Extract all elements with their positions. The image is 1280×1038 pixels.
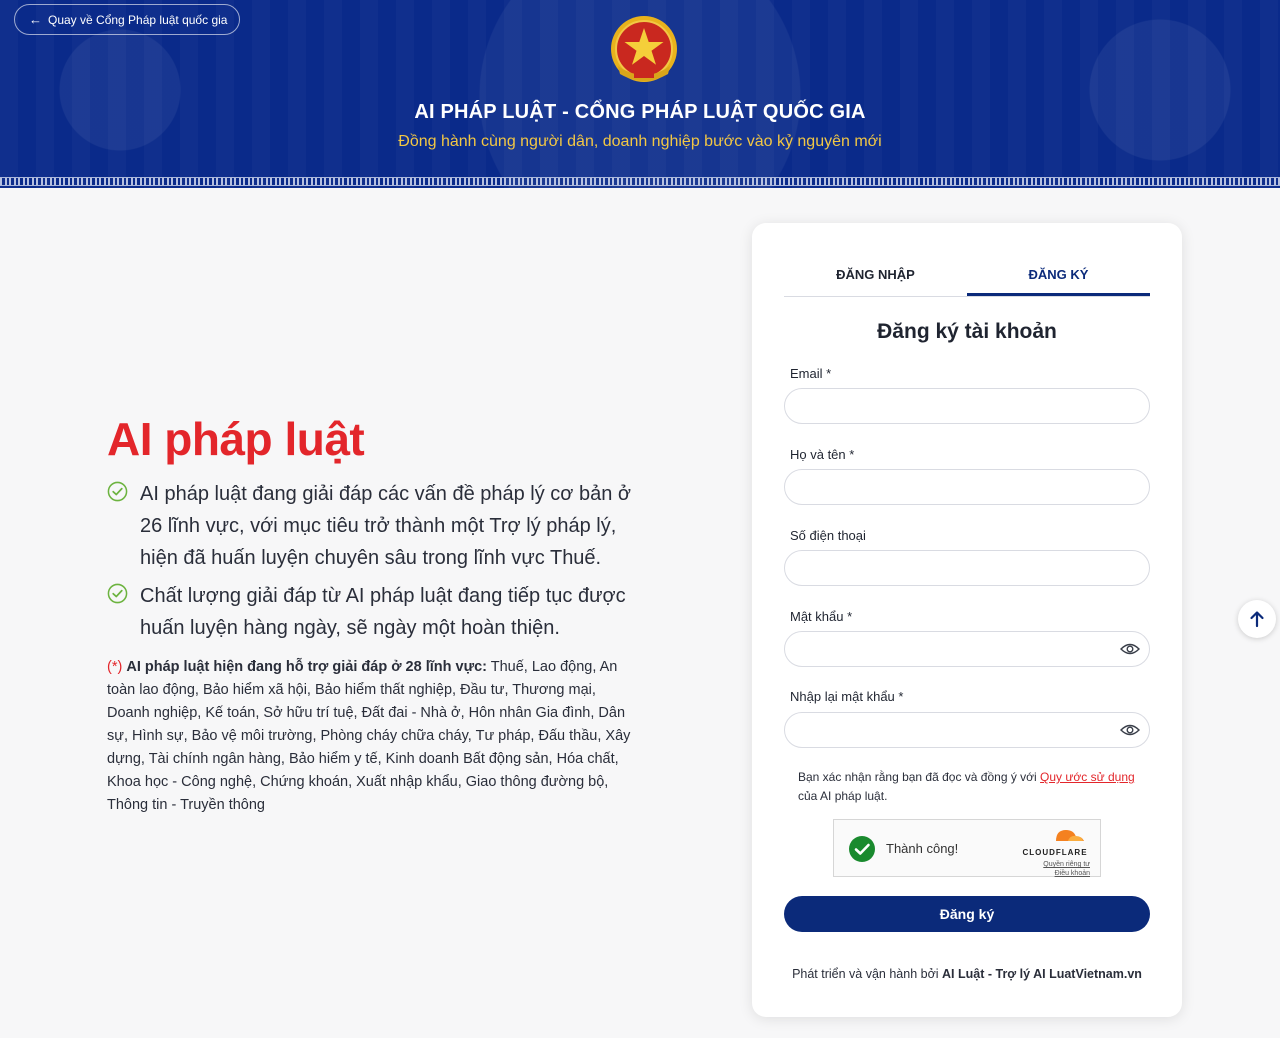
register-button[interactable]: Đăng ký	[784, 896, 1150, 932]
agree-text: Bạn xác nhận rằng bạn đã đọc và đồng ý v…	[798, 770, 1041, 784]
form-title: Đăng ký tài khoản	[877, 320, 1057, 343]
hero-title: AI pháp luật	[107, 413, 365, 465]
email-label: Email *	[790, 366, 832, 381]
email-field[interactable]	[784, 388, 1150, 424]
terms-agreement: Bạn xác nhận rằng bạn đã đọc và đồng ý v…	[798, 768, 1138, 806]
note-marker: (*)	[107, 659, 123, 675]
developer-credit: Phát triển và vận hành bởi AI Luật - Trợ…	[752, 967, 1182, 981]
scroll-to-top-button[interactable]	[1238, 600, 1276, 638]
check-circle-icon	[107, 583, 128, 604]
site-subtitle: Đồng hành cùng người dân, doanh nghiệp b…	[398, 133, 882, 150]
fullname-label: Họ và tên *	[790, 447, 855, 462]
site-header: ← Quay về Cổng Pháp luật quốc gia AI PHÁ…	[0, 0, 1280, 188]
decorative-border	[0, 177, 1280, 186]
terms-small-link[interactable]: Điều khoản	[1020, 869, 1090, 878]
privacy-link[interactable]: Quyền riêng tư	[1020, 860, 1090, 869]
password-label: Mật khẩu *	[790, 609, 853, 624]
auth-card: ĐĂNG NHẬP ĐĂNG KÝ Đăng ký tài khoản Emai…	[752, 223, 1182, 1017]
cloudflare-name: CLOUDFLARE	[1022, 848, 1088, 857]
credit-name: AI Luật - Trợ lý AI LuatVietnam.vn	[942, 967, 1142, 981]
arrow-up-icon	[1250, 611, 1264, 628]
supported-fields-note: (*) AI pháp luật hiện đang hỗ trợ giải đ…	[107, 656, 642, 817]
eye-icon[interactable]	[1120, 642, 1140, 656]
password-confirm-field[interactable]	[784, 712, 1150, 748]
success-check-icon	[849, 836, 875, 862]
password-confirm-label: Nhập lại mật khẩu *	[790, 689, 904, 704]
cloudflare-branding: CLOUDFLARE Quyền riêng tư Điều khoản	[1020, 826, 1090, 878]
feature-text: Chất lượng giải đáp từ AI pháp luật đang…	[140, 585, 626, 639]
credit-prefix: Phát triển và vận hành bởi	[792, 967, 943, 981]
eye-icon[interactable]	[1120, 723, 1140, 737]
note-text: Thuế, Lao động, An toàn lao động, Bảo hi…	[107, 659, 631, 813]
fullname-field[interactable]	[784, 469, 1150, 505]
cloudflare-links: Quyền riêng tư Điều khoản	[1020, 860, 1090, 878]
tab-login[interactable]: ĐĂNG NHẬP	[784, 263, 967, 296]
phone-label: Số điện thoại	[790, 528, 866, 543]
agree-suffix: của AI pháp luật.	[798, 789, 888, 803]
tab-register[interactable]: ĐĂNG KÝ	[967, 263, 1150, 296]
arrow-left-icon: ←	[29, 12, 42, 27]
cloudflare-captcha: Thành công! CLOUDFLARE Quyền riêng tư Đi…	[833, 819, 1101, 877]
auth-tabs: ĐĂNG NHẬP ĐĂNG KÝ	[784, 263, 1150, 297]
feature-item: AI pháp luật đang giải đáp các vấn đề ph…	[107, 478, 647, 574]
terms-link[interactable]: Quy ước sử dụng	[1040, 770, 1135, 784]
back-link-label: Quay về Cổng Pháp luật quốc gia	[48, 12, 228, 27]
back-to-portal-link[interactable]: ← Quay về Cổng Pháp luật quốc gia	[14, 4, 241, 35]
check-circle-icon	[107, 481, 128, 502]
captcha-status: Thành công!	[886, 841, 959, 856]
note-heading: AI pháp luật hiện đang hỗ trợ giải đáp ở…	[126, 659, 487, 675]
feature-item: Chất lượng giải đáp từ AI pháp luật đang…	[107, 580, 647, 644]
feature-text: AI pháp luật đang giải đáp các vấn đề ph…	[140, 483, 632, 569]
site-title: AI PHÁP LUẬT - CỔNG PHÁP LUẬT QUỐC GIA	[414, 101, 866, 123]
phone-field[interactable]	[784, 550, 1150, 586]
password-field[interactable]	[784, 631, 1150, 667]
national-emblem	[611, 16, 677, 82]
cloudflare-logo	[1056, 830, 1084, 841]
